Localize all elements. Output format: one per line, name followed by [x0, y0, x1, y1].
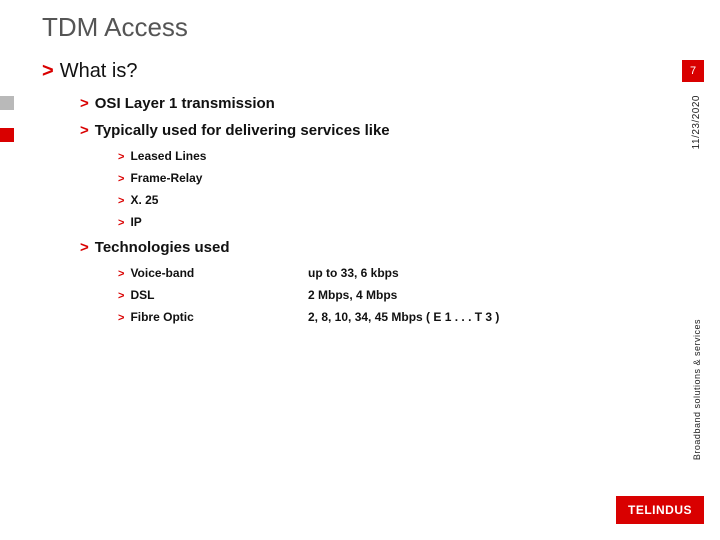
content-area: > What is? > OSI Layer 1 transmission > Typ… — [42, 60, 650, 332]
bullet-text: IP — [130, 215, 141, 229]
bullet-text: Leased Lines — [130, 149, 206, 163]
bullet-frame-relay: > Frame-Relay — [118, 171, 650, 185]
tech-value: 2, 8, 10, 34, 45 Mbps ( E 1 . . . T 3 ) — [308, 310, 499, 324]
logo-text: TELiNDUS — [628, 503, 692, 517]
bullet-leased-lines: > Leased Lines — [118, 149, 650, 163]
bullet-text: Typically used for delivering services l… — [95, 122, 390, 139]
tech-row-voiceband: > Voice-band up to 33, 6 kbps — [118, 266, 650, 280]
bullet-services: > Typically used for delivering services … — [80, 122, 650, 139]
tech-row-fibre: > Fibre Optic 2, 8, 10, 34, 45 Mbps ( E 1… — [118, 310, 650, 324]
decoration-square-grey — [0, 96, 14, 110]
bullet-technologies-used: > Technologies used — [80, 239, 650, 256]
bullet-icon: > — [42, 60, 54, 82]
bullet-text: Frame-Relay — [130, 171, 202, 185]
bullet-icon: > — [118, 151, 124, 163]
bullet-icon: > — [118, 312, 124, 324]
bullet-x25: > X. 25 — [118, 193, 650, 207]
decoration-square-red — [0, 128, 14, 142]
bullet-icon: > — [80, 122, 89, 139]
tech-name: Fibre Optic — [130, 310, 193, 324]
bullet-text: X. 25 — [130, 193, 158, 207]
tech-value: 2 Mbps, 4 Mbps — [308, 288, 397, 302]
slide: TDM Access > What is? > OSI Layer 1 transm… — [0, 0, 720, 540]
tech-name: DSL — [130, 288, 154, 302]
bullet-text: OSI Layer 1 transmission — [95, 95, 275, 112]
bullet-what-is: > What is? — [42, 60, 650, 83]
bullet-osi-layer: > OSI Layer 1 transmission — [80, 95, 650, 112]
tech-value: up to 33, 6 kbps — [308, 266, 399, 280]
tech-row-dsl: > DSL 2 Mbps, 4 Mbps — [118, 288, 650, 302]
bullet-icon: > — [118, 290, 124, 302]
date-label: 11/23/2020 — [691, 95, 702, 149]
bullet-text: Technologies used — [95, 239, 230, 256]
bullet-icon: > — [118, 268, 124, 280]
bullet-ip: > IP — [118, 215, 650, 229]
side-caption: Broadband solutions & services — [692, 319, 702, 460]
bullet-text: What is? — [60, 60, 138, 82]
bullet-icon: > — [118, 195, 124, 207]
tech-name: Voice-band — [130, 266, 194, 280]
bullet-icon: > — [118, 173, 124, 185]
page-number-badge: 7 — [682, 60, 704, 82]
bullet-icon: > — [80, 239, 89, 256]
logo: TELiNDUS — [616, 496, 704, 524]
bullet-icon: > — [80, 95, 89, 112]
bullet-icon: > — [118, 217, 124, 229]
page-title: TDM Access — [42, 12, 188, 43]
